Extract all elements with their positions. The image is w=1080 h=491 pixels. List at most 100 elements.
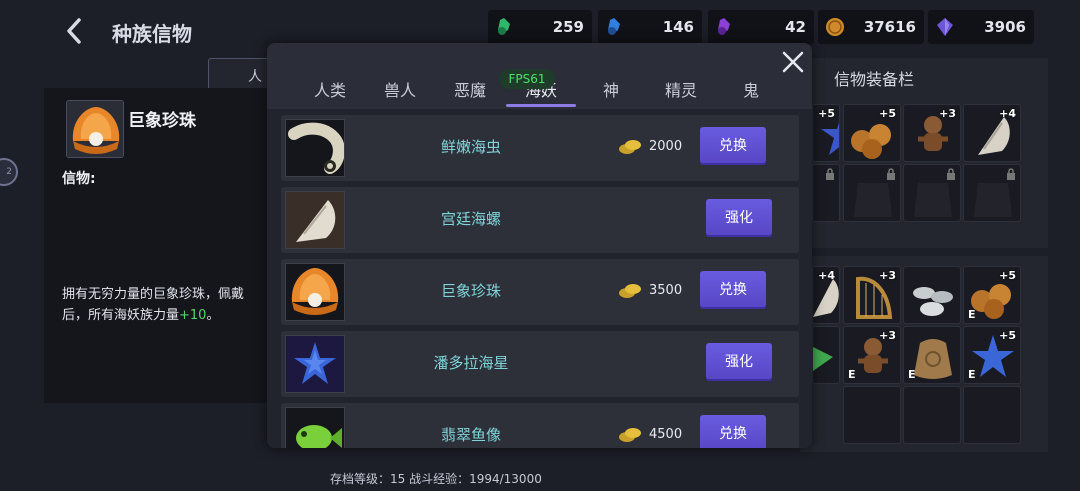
item-description: 拥有无穷力量的巨象珍珠，佩戴后，所有海妖族力量+10。 [62, 284, 252, 326]
equip-slot[interactable] [903, 266, 961, 324]
currency-gold: 37616 [818, 10, 924, 44]
equip-slot[interactable] [812, 326, 840, 384]
equip-slot[interactable]: +3 E [843, 326, 901, 384]
page-title: 种族信物 [112, 22, 192, 46]
gold-coin-icon [619, 140, 641, 154]
equip-panel-title: 信物装备栏 [834, 70, 915, 89]
item-thumbnail [285, 191, 345, 249]
exchange-modal: 人类 兽人 恶魔 海妖 神 精灵 鬼 FPS61 鲜嫩海虫 2000 兑换 宫廷… [267, 43, 812, 448]
slot-badge: +3 [939, 107, 956, 120]
slot-badge: +5 [999, 329, 1016, 342]
tab-orc[interactable]: 兽人 [370, 77, 430, 101]
item-list: 鲜嫩海虫 2000 兑换 宫廷海螺 强化 巨象珍珠 3500 兑换 潘多拉海星 … [267, 109, 812, 448]
fps-counter: FPS61 [499, 69, 555, 89]
gold-coin-icon [619, 428, 641, 442]
locked-slot[interactable] [812, 164, 840, 222]
item-thumbnail [285, 335, 345, 393]
tab-ghost[interactable]: 鬼 [721, 77, 781, 101]
close-icon [782, 51, 804, 73]
active-tab-indicator [506, 104, 576, 107]
item-name: 潘多拉海星 [433, 354, 509, 372]
tab-demon[interactable]: 恶魔 [440, 77, 500, 101]
list-item: 鲜嫩海虫 2000 兑换 [281, 115, 799, 181]
equip-slot[interactable]: +5 E [963, 326, 1021, 384]
item-thumbnail [285, 407, 345, 448]
jade-fish-icon [296, 425, 342, 448]
item-price: 3500 [649, 283, 683, 298]
equip-slot[interactable]: +5 E [963, 266, 1021, 324]
tab-human[interactable]: 人类 [300, 77, 360, 101]
currency-blue-potion: 146 [598, 10, 702, 44]
slot-badge: +5 [879, 107, 896, 120]
tab-elf[interactable]: 精灵 [651, 77, 711, 101]
currency-value: 42 [785, 18, 806, 36]
exchange-button[interactable]: 兑换 [700, 127, 766, 165]
slot-badge: +5 [818, 107, 835, 120]
currency-green-potion: 259 [488, 10, 592, 44]
footer-status: 存档等级：15 战斗经验：1994/13000 [330, 472, 542, 486]
gold-coin-icon [826, 18, 844, 36]
starfish-icon [286, 336, 344, 392]
sea-worm-icon [288, 122, 344, 174]
close-button[interactable] [780, 49, 806, 75]
pearl-clam-icon [291, 268, 339, 315]
currency-purple-potion: 42 [708, 10, 814, 44]
empty-slot[interactable] [963, 386, 1021, 444]
equip-slot[interactable]: E [903, 326, 961, 384]
equip-slot[interactable]: +5 [812, 104, 840, 162]
slot-badge: +5 [999, 269, 1016, 282]
list-item: 翡翠鱼像 4500 兑换 [281, 403, 799, 448]
currency-value: 146 [662, 18, 694, 36]
equipped-badge: E [968, 368, 976, 381]
item-name: 巨象珍珠 [128, 111, 196, 131]
exchange-button[interactable]: 兑换 [700, 271, 766, 309]
list-item: 巨象珍珠 3500 兑换 [281, 259, 799, 325]
locked-slot[interactable] [963, 164, 1021, 222]
lock-icon [1007, 168, 1015, 180]
empty-slot[interactable] [843, 386, 901, 444]
currency-value: 3906 [984, 18, 1026, 36]
equip-slot[interactable]: +3 [903, 104, 961, 162]
lock-icon [887, 168, 895, 180]
tab-stub-human[interactable]: 人类 [208, 58, 274, 105]
enhance-button[interactable]: 强化 [706, 343, 772, 381]
item-thumbnail [285, 119, 345, 177]
item-price: 2000 [649, 139, 683, 154]
item-name: 巨象珍珠 [440, 282, 501, 300]
chevron-left-icon [67, 18, 81, 44]
lock-icon [947, 168, 955, 180]
list-item: 潘多拉海星 强化 [281, 331, 799, 397]
locked-slot[interactable] [843, 164, 901, 222]
currency-gem: 3906 [928, 10, 1034, 44]
item-name: 宫廷海螺 [440, 210, 501, 228]
currency-value: 37616 [863, 18, 916, 36]
equip-slot[interactable]: +3 [843, 266, 901, 324]
slot-badge: +3 [879, 269, 896, 282]
list-item: 宫廷海螺 强化 [281, 187, 799, 253]
desc-bonus: +10 [179, 308, 207, 323]
purple-gem-icon [937, 18, 953, 36]
locked-slot[interactable] [903, 164, 961, 222]
lock-icon [826, 168, 834, 180]
item-name: 翡翠鱼像 [440, 426, 501, 444]
equipped-badge: E [908, 368, 916, 381]
desc-end: 。 [206, 308, 220, 323]
conch-icon [286, 192, 344, 248]
back-button[interactable] [60, 14, 90, 48]
purple-potion-icon [718, 18, 730, 35]
slot-badge: +4 [818, 269, 835, 282]
equip-slot[interactable]: +4 [963, 104, 1021, 162]
silver-coins-icon [913, 287, 953, 316]
empty-slot[interactable] [903, 386, 961, 444]
slot-badge: +3 [879, 329, 896, 342]
equipped-badge: E [848, 368, 856, 381]
green-potion-icon [498, 18, 510, 35]
item-thumbnail [285, 263, 345, 321]
equip-slot[interactable]: +4 [812, 266, 840, 324]
item-name: 鲜嫩海虫 [440, 138, 501, 156]
equip-slot[interactable]: +5 [843, 104, 901, 162]
gold-coin-icon [619, 284, 641, 298]
exchange-button[interactable]: 兑换 [700, 415, 766, 448]
enhance-button[interactable]: 强化 [706, 199, 772, 237]
tab-god[interactable]: 神 [581, 77, 641, 101]
